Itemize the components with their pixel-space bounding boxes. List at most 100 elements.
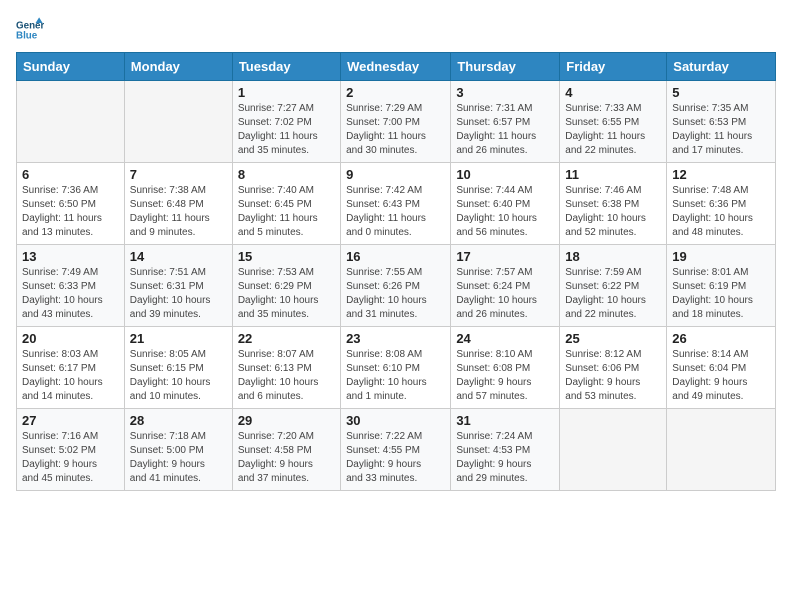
svg-text:Blue: Blue xyxy=(16,30,38,41)
calendar-cell: 19 Sunrise: 8:01 AM Sunset: 6:19 PM Dayli… xyxy=(667,245,776,327)
day-number: 14 xyxy=(130,249,227,264)
calendar-cell: 20 Sunrise: 8:03 AM Sunset: 6:17 PM Dayli… xyxy=(17,327,125,409)
logo: General Blue xyxy=(16,16,48,44)
day-number: 28 xyxy=(130,413,227,428)
day-number: 17 xyxy=(456,249,554,264)
day-number: 20 xyxy=(22,331,119,346)
weekday-header: Friday xyxy=(560,53,667,81)
day-info: Sunrise: 7:44 AM Sunset: 6:40 PM Dayligh… xyxy=(456,184,554,240)
day-info: Sunrise: 7:49 AM Sunset: 6:33 PM Dayligh… xyxy=(22,266,119,322)
calendar-cell: 29Sunrise: 7:20 AM Sunset: 4:58 PM Dayli… xyxy=(232,409,340,491)
calendar-cell: 12 Sunrise: 7:48 AM Sunset: 6:36 PM Dayli… xyxy=(667,163,776,245)
calendar-cell: 6Sunrise: 7:36 AM Sunset: 6:50 PM Daylig… xyxy=(17,163,125,245)
calendar-cell: 30 Sunrise: 7:22 AM Sunset: 4:55 PM Dayli… xyxy=(341,409,451,491)
day-info: Sunrise: 7:18 AM Sunset: 5:00 PM Dayligh… xyxy=(130,430,227,486)
day-number: 15 xyxy=(238,249,335,264)
day-number: 2 xyxy=(346,85,445,100)
calendar-cell: 4 Sunrise: 7:33 AM Sunset: 6:55 PM Daylig… xyxy=(560,81,667,163)
calendar-table: SundayMondayTuesdayWednesdayThursdayFrid… xyxy=(16,52,776,491)
calendar-cell: 15Sunrise: 7:53 AM Sunset: 6:29 PM Dayli… xyxy=(232,245,340,327)
day-info: Sunrise: 7:57 AM Sunset: 6:24 PM Dayligh… xyxy=(456,266,554,322)
calendar-cell: 26Sunrise: 8:14 AM Sunset: 6:04 PM Dayli… xyxy=(667,327,776,409)
day-number: 1 xyxy=(238,85,335,100)
calendar-cell: 16 Sunrise: 7:55 AM Sunset: 6:26 PM Dayli… xyxy=(341,245,451,327)
day-info: Sunrise: 7:22 AM Sunset: 4:55 PM Dayligh… xyxy=(346,430,445,486)
calendar-cell: 11Sunrise: 7:46 AM Sunset: 6:38 PM Dayli… xyxy=(560,163,667,245)
calendar-cell: 25Sunrise: 8:12 AM Sunset: 6:06 PM Dayli… xyxy=(560,327,667,409)
calendar-week-row: 1 Sunrise: 7:27 AM Sunset: 7:02 PM Daylig… xyxy=(17,81,776,163)
weekday-header: Sunday xyxy=(17,53,125,81)
day-info: Sunrise: 7:40 AM Sunset: 6:45 PM Dayligh… xyxy=(238,184,335,240)
calendar-week-row: 6Sunrise: 7:36 AM Sunset: 6:50 PM Daylig… xyxy=(17,163,776,245)
calendar-cell: 28 Sunrise: 7:18 AM Sunset: 5:00 PM Dayli… xyxy=(124,409,232,491)
calendar-cell: 21 Sunrise: 8:05 AM Sunset: 6:15 PM Dayli… xyxy=(124,327,232,409)
logo-icon: General Blue xyxy=(16,16,44,44)
day-number: 30 xyxy=(346,413,445,428)
calendar-cell: 3Sunrise: 7:31 AM Sunset: 6:57 PM Daylig… xyxy=(451,81,560,163)
day-info: Sunrise: 7:42 AM Sunset: 6:43 PM Dayligh… xyxy=(346,184,445,240)
day-info: Sunrise: 7:59 AM Sunset: 6:22 PM Dayligh… xyxy=(565,266,661,322)
day-info: Sunrise: 7:55 AM Sunset: 6:26 PM Dayligh… xyxy=(346,266,445,322)
calendar-cell: 1 Sunrise: 7:27 AM Sunset: 7:02 PM Daylig… xyxy=(232,81,340,163)
day-info: Sunrise: 7:51 AM Sunset: 6:31 PM Dayligh… xyxy=(130,266,227,322)
calendar-cell: 22 Sunrise: 8:07 AM Sunset: 6:13 PM Dayli… xyxy=(232,327,340,409)
day-number: 7 xyxy=(130,167,227,182)
day-info: Sunrise: 7:38 AM Sunset: 6:48 PM Dayligh… xyxy=(130,184,227,240)
day-number: 6 xyxy=(22,167,119,182)
day-info: Sunrise: 7:27 AM Sunset: 7:02 PM Dayligh… xyxy=(238,102,335,158)
day-number: 18 xyxy=(565,249,661,264)
day-number: 22 xyxy=(238,331,335,346)
calendar-cell: 2 Sunrise: 7:29 AM Sunset: 7:00 PM Daylig… xyxy=(341,81,451,163)
day-info: Sunrise: 7:16 AM Sunset: 5:02 PM Dayligh… xyxy=(22,430,119,486)
day-number: 27 xyxy=(22,413,119,428)
day-info: Sunrise: 8:01 AM Sunset: 6:19 PM Dayligh… xyxy=(672,266,770,322)
weekday-header: Saturday xyxy=(667,53,776,81)
weekday-header: Monday xyxy=(124,53,232,81)
day-number: 10 xyxy=(456,167,554,182)
calendar-cell: 18 Sunrise: 7:59 AM Sunset: 6:22 PM Dayli… xyxy=(560,245,667,327)
calendar-cell: 17 Sunrise: 7:57 AM Sunset: 6:24 PM Dayli… xyxy=(451,245,560,327)
day-number: 13 xyxy=(22,249,119,264)
day-number: 8 xyxy=(238,167,335,182)
day-info: Sunrise: 8:14 AM Sunset: 6:04 PM Dayligh… xyxy=(672,348,770,404)
day-info: Sunrise: 8:03 AM Sunset: 6:17 PM Dayligh… xyxy=(22,348,119,404)
calendar-cell: 5Sunrise: 7:35 AM Sunset: 6:53 PM Daylig… xyxy=(667,81,776,163)
calendar-cell: 10 Sunrise: 7:44 AM Sunset: 6:40 PM Dayli… xyxy=(451,163,560,245)
calendar-header-row: SundayMondayTuesdayWednesdayThursdayFrid… xyxy=(17,53,776,81)
calendar-cell: 13 Sunrise: 7:49 AM Sunset: 6:33 PM Dayli… xyxy=(17,245,125,327)
calendar-cell xyxy=(124,81,232,163)
day-info: Sunrise: 7:31 AM Sunset: 6:57 PM Dayligh… xyxy=(456,102,554,158)
calendar-week-row: 13 Sunrise: 7:49 AM Sunset: 6:33 PM Dayli… xyxy=(17,245,776,327)
day-info: Sunrise: 8:08 AM Sunset: 6:10 PM Dayligh… xyxy=(346,348,445,404)
day-number: 19 xyxy=(672,249,770,264)
day-info: Sunrise: 7:35 AM Sunset: 6:53 PM Dayligh… xyxy=(672,102,770,158)
calendar-cell xyxy=(560,409,667,491)
day-number: 12 xyxy=(672,167,770,182)
day-info: Sunrise: 8:07 AM Sunset: 6:13 PM Dayligh… xyxy=(238,348,335,404)
day-number: 23 xyxy=(346,331,445,346)
day-number: 25 xyxy=(565,331,661,346)
day-number: 24 xyxy=(456,331,554,346)
page-header: General Blue xyxy=(16,16,776,44)
calendar-cell: 24 Sunrise: 8:10 AM Sunset: 6:08 PM Dayli… xyxy=(451,327,560,409)
day-info: Sunrise: 7:29 AM Sunset: 7:00 PM Dayligh… xyxy=(346,102,445,158)
day-info: Sunrise: 7:48 AM Sunset: 6:36 PM Dayligh… xyxy=(672,184,770,240)
calendar-cell: 23 Sunrise: 8:08 AM Sunset: 6:10 PM Dayli… xyxy=(341,327,451,409)
day-number: 29 xyxy=(238,413,335,428)
day-number: 4 xyxy=(565,85,661,100)
weekday-header: Thursday xyxy=(451,53,560,81)
day-info: Sunrise: 7:46 AM Sunset: 6:38 PM Dayligh… xyxy=(565,184,661,240)
day-info: Sunrise: 7:33 AM Sunset: 6:55 PM Dayligh… xyxy=(565,102,661,158)
day-number: 9 xyxy=(346,167,445,182)
calendar-cell xyxy=(17,81,125,163)
calendar-cell: 14 Sunrise: 7:51 AM Sunset: 6:31 PM Dayli… xyxy=(124,245,232,327)
calendar-cell: 7 Sunrise: 7:38 AM Sunset: 6:48 PM Daylig… xyxy=(124,163,232,245)
day-info: Sunrise: 8:10 AM Sunset: 6:08 PM Dayligh… xyxy=(456,348,554,404)
day-info: Sunrise: 8:05 AM Sunset: 6:15 PM Dayligh… xyxy=(130,348,227,404)
weekday-header: Wednesday xyxy=(341,53,451,81)
day-number: 21 xyxy=(130,331,227,346)
calendar-cell: 31Sunrise: 7:24 AM Sunset: 4:53 PM Dayli… xyxy=(451,409,560,491)
calendar-cell: 8 Sunrise: 7:40 AM Sunset: 6:45 PM Daylig… xyxy=(232,163,340,245)
day-number: 16 xyxy=(346,249,445,264)
day-number: 31 xyxy=(456,413,554,428)
